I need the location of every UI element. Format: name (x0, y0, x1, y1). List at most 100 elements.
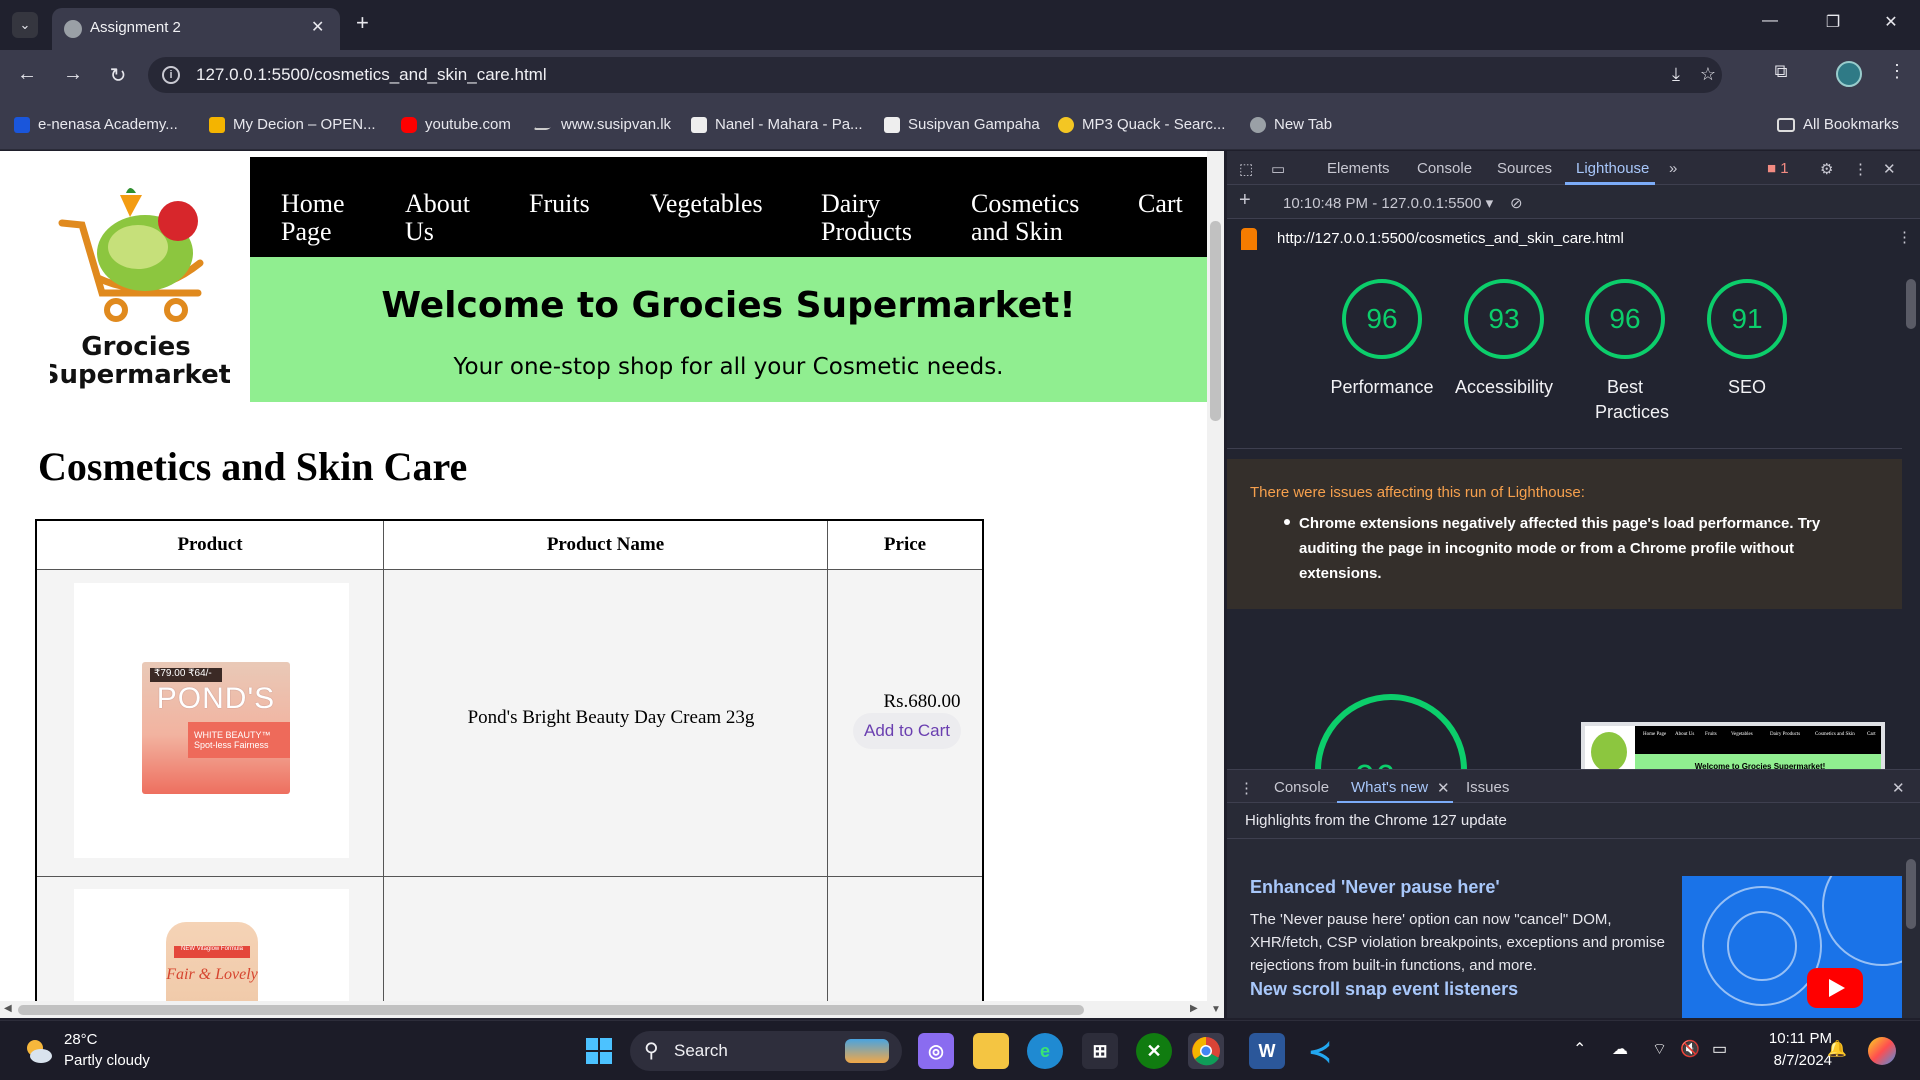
device-toolbar-icon[interactable]: ▭ (1271, 160, 1285, 178)
xbox-icon[interactable]: ✕ (1136, 1033, 1172, 1069)
close-whats-new-icon[interactable]: ✕ (1437, 779, 1450, 797)
show-hidden-icons-chevron[interactable]: ⌃ (1573, 1039, 1586, 1059)
settings-gear-icon[interactable]: ⚙ (1820, 160, 1833, 178)
chrome-taskbar-button[interactable] (1188, 1033, 1224, 1069)
inspect-element-icon[interactable]: ⬚ (1239, 160, 1253, 178)
tab-sources[interactable]: Sources (1497, 160, 1552, 177)
whats-new-video-thumbnail[interactable] (1682, 876, 1902, 1018)
minimize-icon[interactable]: — (1755, 12, 1785, 30)
restore-icon[interactable]: ❐ (1818, 12, 1848, 32)
drawer-tab-issues[interactable]: Issues (1466, 779, 1509, 796)
wifi-icon[interactable]: ⌔ (1652, 1039, 1667, 1059)
devtools-menu-icon[interactable]: ⋮ (1853, 160, 1868, 178)
nav-link-vegetables[interactable]: Vegetables (650, 190, 763, 218)
nav-link-dairy[interactable]: Dairy Products (821, 190, 912, 246)
score-label: Accessibility (1454, 377, 1554, 397)
bookmark-item[interactable]: youtube.com (401, 116, 511, 133)
edge-browser-icon[interactable]: e (1027, 1033, 1063, 1069)
file-explorer-icon[interactable] (973, 1033, 1009, 1069)
tab-console[interactable]: Console (1417, 160, 1472, 177)
back-icon[interactable]: ← (14, 63, 40, 86)
extensions-icon[interactable]: ⧉ (1767, 61, 1795, 82)
notification-bell-icon[interactable]: 🔔 (1827, 1039, 1847, 1059)
score-gauge-accessibility[interactable]: 93 (1464, 279, 1544, 359)
drawer-menu-icon[interactable]: ⋮ (1239, 779, 1254, 797)
new-tab-button[interactable]: + (356, 12, 369, 34)
tab-active[interactable]: Assignment 2 ✕ (52, 8, 340, 50)
bookmark-item[interactable]: e-nenasa Academy... (14, 116, 178, 133)
tab-elements[interactable]: Elements (1327, 160, 1390, 177)
whats-new-item-title[interactable]: New scroll snap event listeners (1250, 979, 1518, 1000)
install-app-icon[interactable]: ⤓ (1662, 64, 1690, 85)
scrollbar-thumb[interactable] (18, 1005, 1084, 1015)
nav-link-cart[interactable]: Cart (1138, 190, 1183, 218)
clock-date[interactable]: 8/7/2024 (1752, 1052, 1832, 1069)
bookmark-item[interactable]: www.susipvan.lk (532, 116, 671, 133)
report-menu-icon[interactable]: ⋮ (1897, 228, 1912, 246)
cloud-sync-icon[interactable]: ☁ (1612, 1039, 1628, 1059)
nav-link-about[interactable]: About Us (405, 190, 470, 246)
profile-avatar[interactable] (1836, 61, 1862, 87)
vscode-icon[interactable]: ≺ (1302, 1033, 1338, 1069)
bookmark-item[interactable]: New Tab (1250, 116, 1332, 133)
divider (1227, 448, 1902, 449)
report-select[interactable]: 10:10:48 PM - 127.0.0.1:5500 ▾ (1283, 194, 1493, 212)
tab-lighthouse[interactable]: Lighthouse (1576, 160, 1649, 177)
tab-search-dropdown-icon[interactable]: ⌄ (12, 12, 38, 38)
thumb-nav-link: Dairy Products (1770, 732, 1801, 737)
score-gauge-seo[interactable]: 91 (1707, 279, 1787, 359)
site-info-icon[interactable]: i (162, 66, 180, 84)
scrollbar-thumb[interactable] (1906, 279, 1916, 329)
url-text[interactable]: 127.0.0.1:5500/cosmetics_and_skin_care.h… (196, 65, 547, 85)
scroll-down-arrow-icon[interactable]: ▼ (1211, 1004, 1221, 1015)
start-button-icon[interactable] (581, 1033, 617, 1069)
youtube-play-icon[interactable] (1807, 968, 1863, 1008)
scroll-right-arrow-icon[interactable]: ▶ (1190, 1003, 1198, 1014)
microsoft-store-icon[interactable]: ⊞ (1082, 1033, 1118, 1069)
scrollbar-thumb[interactable] (1906, 859, 1916, 929)
close-drawer-icon[interactable]: ✕ (1892, 779, 1905, 797)
clock-time[interactable]: 10:11 PM (1752, 1030, 1832, 1047)
bookmark-item[interactable]: My Decion – OPEN... (209, 116, 376, 133)
bookmark-item[interactable]: Susipvan Gampaha (884, 116, 1040, 133)
window-close-icon[interactable]: ✕ (1876, 12, 1906, 32)
nav-link-home[interactable]: Home Page (281, 190, 345, 246)
page-horizontal-scrollbar[interactable]: ◀ ▶ (0, 1001, 1207, 1018)
new-report-icon[interactable]: + (1239, 189, 1251, 212)
nav-link-fruits[interactable]: Fruits (529, 190, 590, 218)
word-icon[interactable]: W (1249, 1033, 1285, 1069)
drawer-tab-console[interactable]: Console (1274, 779, 1329, 796)
close-devtools-icon[interactable]: ✕ (1883, 160, 1896, 178)
scroll-left-arrow-icon[interactable]: ◀ (4, 1003, 12, 1014)
partly-cloudy-icon[interactable] (22, 1035, 54, 1067)
close-tab-icon[interactable]: ✕ (311, 17, 324, 37)
score-gauge-best-practices[interactable]: 96 (1585, 279, 1665, 359)
copilot-app-icon[interactable]: ◎ (918, 1033, 954, 1069)
forward-icon[interactable]: → (60, 63, 86, 86)
bookmark-star-icon[interactable]: ☆ (1694, 64, 1722, 85)
taskbar-search[interactable]: ⚲ Search (630, 1031, 902, 1071)
weather-condition[interactable]: Partly cloudy (64, 1052, 150, 1069)
nav-link-cosmetics[interactable]: Cosmeticsand Skincare (971, 190, 1079, 252)
menu-kebab-icon[interactable]: ⋮ (1883, 61, 1911, 82)
page-vertical-scrollbar[interactable]: ▼ (1207, 151, 1224, 1018)
browser-toolbar: ← → ↻ i 127.0.0.1:5500/cosmetics_and_ski… (0, 50, 1920, 100)
all-bookmarks-button[interactable]: All Bookmarks (1777, 116, 1899, 133)
bookmark-item[interactable]: Nanel - Mahara - Pa... (691, 116, 863, 133)
drawer-scrollbar[interactable] (1902, 839, 1920, 1018)
clear-reports-icon[interactable]: ⊘ (1510, 194, 1523, 212)
reload-icon[interactable]: ↻ (105, 63, 131, 88)
error-badge[interactable]: ■ 1 (1767, 160, 1789, 177)
whats-new-item-title[interactable]: Enhanced 'Never pause here' (1250, 877, 1500, 898)
more-tabs-icon[interactable]: » (1669, 160, 1677, 177)
battery-icon[interactable]: ▭ (1712, 1039, 1727, 1059)
add-to-cart-button[interactable]: Add to Cart (853, 713, 961, 749)
scrollbar-thumb[interactable] (1210, 221, 1221, 421)
address-bar[interactable]: i 127.0.0.1:5500/cosmetics_and_skin_care… (148, 57, 1722, 93)
bookmark-item[interactable]: MP3 Quack - Searc... (1058, 116, 1225, 133)
weather-temperature[interactable]: 28°C (64, 1031, 98, 1048)
copilot-icon[interactable] (1868, 1037, 1896, 1065)
volume-muted-icon[interactable]: 🔇 (1680, 1039, 1700, 1059)
drawer-tab-whats-new[interactable]: What's new (1351, 779, 1428, 796)
score-gauge-performance[interactable]: 96 (1342, 279, 1422, 359)
